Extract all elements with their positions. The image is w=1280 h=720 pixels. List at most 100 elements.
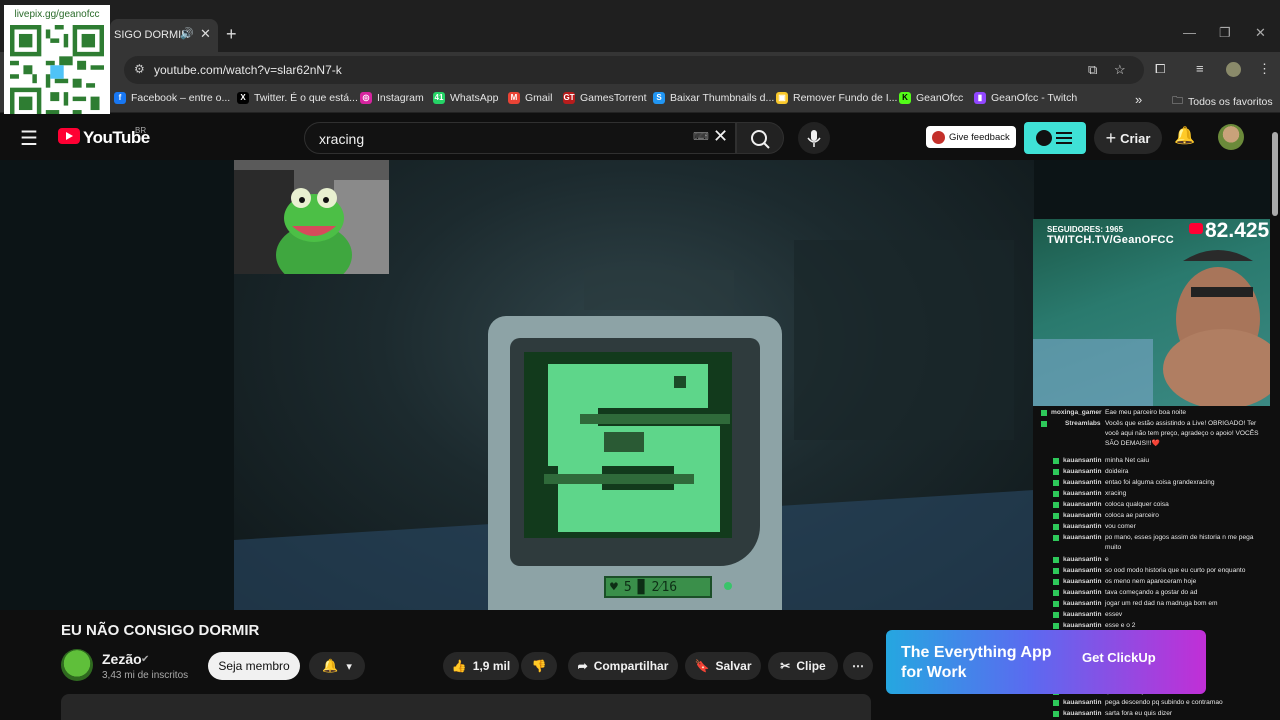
profile-icon[interactable] [1226,62,1241,77]
address-bar[interactable]: ⚙ youtube.com/watch?v=slar62nN7-k ⧉ ☆ [124,56,1144,84]
chat-username[interactable]: kauansantin [1063,599,1101,609]
thumbnails-icon: S [653,92,665,104]
window-close-icon[interactable]: ✕ [1255,25,1266,41]
url-text[interactable]: youtube.com/watch?v=slar62nN7-k [154,63,342,77]
account-avatar[interactable] [1218,124,1244,150]
bookmark-label: Gmail [525,92,553,104]
like-button[interactable]: 👍 1,9 mil [443,652,519,680]
site-info-icon[interactable]: ⚙ [134,62,145,76]
chat-username[interactable]: kauansantin [1063,533,1101,543]
bookmark-label: GeanOfcc - Twitch [991,92,1078,104]
save-button[interactable]: 🔖 Salvar [685,652,761,680]
chat-username[interactable]: kauansantin [1063,478,1101,488]
chat-badge-icon [1041,421,1047,427]
chat-badge-icon [1053,623,1059,629]
notifications-bell-icon[interactable]: 🔔 [1174,126,1195,146]
bookmark-whatsapp[interactable]: 41 WhatsApp [433,92,498,104]
voice-search-button[interactable] [798,122,830,154]
bookmark-remove-bg[interactable]: ▣ Remover Fundo de I... [776,92,897,104]
chat-username[interactable]: kauansantin [1063,566,1101,576]
bookmark-label: GamesTorrent [580,92,647,104]
browser-tab[interactable]: SIGO DORMIR 🔊 ✕ [110,19,218,52]
channel-name[interactable]: Zezão [102,651,142,667]
kick-icon: K [899,92,911,104]
page-scrollbar[interactable] [1270,114,1280,720]
install-icon[interactable]: ⧉ [1088,62,1097,78]
chat-username[interactable]: kauansantin [1063,588,1101,598]
scrollbar-thumb[interactable] [1272,132,1278,216]
dislike-button[interactable]: 👎 [521,652,557,680]
thumbs-down-icon: 👎 [531,659,547,673]
description-box[interactable] [61,694,871,720]
maze-lcd-screen [524,352,732,538]
notification-preferences-button[interactable]: 🔔 ▾ [309,652,365,680]
speaker-icon[interactable]: 🔊 [180,27,194,40]
create-button[interactable]: + Criar [1094,122,1162,154]
bookmark-twitter[interactable]: X Twitter. É o que está... [237,92,358,104]
youtube-header: ☰ YouTube BR xracing ⌨ ✕ Give feedback +… [0,114,1270,160]
frog-puppet-image [234,160,389,274]
bookmark-facebook[interactable]: f Facebook – entre o... [114,92,230,104]
chat-username[interactable]: kauansantin [1063,489,1101,499]
subscriber-count: 3,43 mi de inscritos [102,670,189,681]
extension-menu-button[interactable] [1024,122,1086,154]
chat-badge-icon [1053,557,1059,563]
region-code: BR [135,126,147,135]
new-tab-icon[interactable]: + [226,24,237,45]
bookmark-kick[interactable]: K GeanOfcc [899,92,963,104]
chat-username[interactable]: kauansantin [1063,500,1101,510]
instagram-icon: ◎ [360,92,372,104]
search-query[interactable]: xracing [319,131,364,147]
more-bookmarks-icon[interactable]: » [1135,92,1142,107]
bookmark-label: Instagram [377,92,424,104]
clear-search-icon[interactable]: ✕ [713,126,728,147]
bookmark-gmail[interactable]: M Gmail [508,92,552,104]
chat-username[interactable]: kauansantin [1063,522,1101,532]
ad-subheadline: for Work [901,664,967,681]
hamburger-menu-icon[interactable]: ☰ [20,126,38,151]
share-icon: ➦ [577,659,588,673]
device-screen-bezel: ♥ 5 ▉ 2⁄16 [510,338,760,598]
youtube-logo-icon[interactable] [58,128,80,144]
more-actions-button[interactable]: ⋯ [843,652,873,680]
chat-username[interactable]: kauansantin [1063,456,1101,466]
bookmark-star-icon[interactable]: ☆ [1114,62,1126,78]
channel-avatar[interactable] [61,649,93,681]
bookmark-twitch[interactable]: ▮ GeanOfcc - Twitch [974,92,1077,104]
bookmark-gamestorrent[interactable]: GT GamesTorrent [563,92,647,104]
search-input[interactable]: xracing ⌨ ✕ [304,122,736,154]
clip-button[interactable]: ✂ Clipe [768,652,838,680]
browser-menu-icon[interactable]: ⋮ [1258,61,1271,77]
chat-username[interactable]: kauansantin [1063,709,1101,719]
x-icon: X [237,92,249,104]
handheld-game-device: ♥ 5 ▉ 2⁄16 [488,316,782,610]
give-feedback-button[interactable]: Give feedback [926,126,1016,148]
chat-username[interactable]: kauansantin [1063,698,1101,708]
search-button[interactable] [736,122,784,154]
chat-username[interactable]: kauansantin [1063,577,1101,587]
chat-username[interactable]: kauansantin [1063,555,1101,565]
all-favorites[interactable]: 🗀 Todos os favoritos [1172,92,1273,111]
chat-username[interactable]: moxinga_gamer [1051,408,1102,418]
chat-username[interactable]: Streamlabs [1065,419,1101,429]
share-button[interactable]: ➦ Compartilhar [568,652,678,680]
ad-cta[interactable]: Get ClickUp [1082,650,1156,665]
video-title: EU NÃO CONSIGO DORMIR [61,622,260,639]
minimize-icon[interactable]: — [1183,25,1196,40]
bookmark-instagram[interactable]: ◎ Instagram [360,92,424,104]
heart-icon: ♥ [610,579,618,595]
chat-username[interactable]: kauansantin [1063,610,1101,620]
extensions-icon[interactable]: ⧠ [1155,61,1165,77]
media-icon[interactable]: ≡ [1196,61,1204,76]
all-favorites-label: Todos os favoritos [1188,95,1273,108]
clickup-ad-banner[interactable]: The Everything App for Work Get ClickUp [886,630,1206,694]
restore-icon[interactable]: ❐ [1219,25,1231,41]
bookmark-thumbnails[interactable]: S Baixar Thumbnails d... [653,92,774,104]
give-feedback-label: Give feedback [949,131,1010,143]
join-membership-button[interactable]: Seja membro [208,652,300,680]
keyboard-icon[interactable]: ⌨ [693,130,709,143]
chat-username[interactable]: kauansantin [1063,467,1101,477]
close-tab-icon[interactable]: ✕ [200,26,211,42]
chat-username[interactable]: kauansantin [1063,511,1101,521]
bookmark-label: Twitter. É o que está... [254,92,358,104]
